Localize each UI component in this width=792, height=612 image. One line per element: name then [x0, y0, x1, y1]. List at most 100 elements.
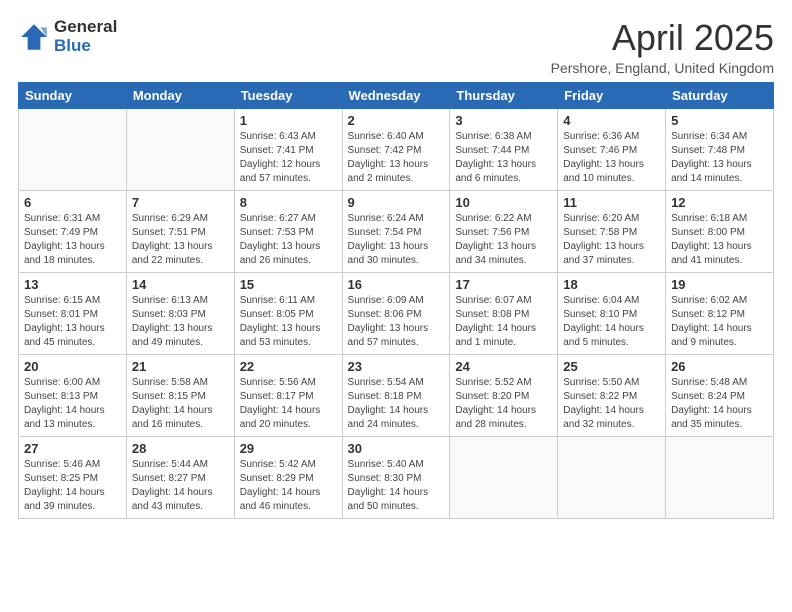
day-number: 4: [563, 113, 660, 128]
calendar-cell: 21 Sunrise: 5:58 AM Sunset: 8:15 PM Dayli…: [126, 354, 234, 436]
calendar-cell: 23 Sunrise: 5:54 AM Sunset: 8:18 PM Dayli…: [342, 354, 450, 436]
col-monday: Monday: [126, 82, 234, 108]
calendar-cell: 15Sunrise: 6:11 AM Sunset: 8:05 PM Dayli…: [234, 272, 342, 354]
calendar-cell: 19 Sunrise: 6:02 AM Sunset: 8:12 PM Dayli…: [666, 272, 774, 354]
day-info: Sunrise: 5:40 AM Sunset: 8:30 PM Dayligh…: [348, 458, 445, 514]
day-info: Sunrise: 6:40 AM Sunset: 7:42 PM Dayligh…: [348, 130, 445, 186]
day-info: Sunrise: 6:43 AM Sunset: 7:41 PM Dayligh…: [240, 130, 337, 186]
calendar-header-row: Sunday Monday Tuesday Wednesday Thursday…: [19, 82, 774, 108]
day-info: Sunrise: 6:29 AM Sunset: 7:51 PM Dayligh…: [132, 212, 229, 268]
day-number: 5: [671, 113, 768, 128]
day-info: Sunrise: 5:52 AM Sunset: 8:20 PM Dayligh…: [455, 376, 552, 432]
col-sunday: Sunday: [19, 82, 127, 108]
day-info: Sunrise: 6:20 AM Sunset: 7:58 PM Dayligh…: [563, 212, 660, 268]
day-number: 18: [563, 277, 660, 292]
calendar-cell: 24 Sunrise: 5:52 AM Sunset: 8:20 PM Dayli…: [450, 354, 558, 436]
day-number: 24: [455, 359, 552, 374]
day-number: 21: [132, 359, 229, 374]
day-number: 13: [24, 277, 121, 292]
day-number: 2: [348, 113, 445, 128]
day-number: 22: [240, 359, 337, 374]
day-number: 29: [240, 441, 337, 456]
day-number: 1: [240, 113, 337, 128]
day-info: Sunrise: 6:18 AM Sunset: 8:00 PM Dayligh…: [671, 212, 768, 268]
day-info: Sunrise: 6:34 AM Sunset: 7:48 PM Dayligh…: [671, 130, 768, 186]
calendar-cell: 1 Sunrise: 6:43 AM Sunset: 7:41 PM Daylig…: [234, 108, 342, 190]
day-number: 10: [455, 195, 552, 210]
day-number: 7: [132, 195, 229, 210]
day-number: 27: [24, 441, 121, 456]
calendar-cell: 28 Sunrise: 5:44 AM Sunset: 8:27 PM Dayli…: [126, 436, 234, 518]
calendar-cell: 5 Sunrise: 6:34 AM Sunset: 7:48 PM Daylig…: [666, 108, 774, 190]
calendar-week-row: 6 Sunrise: 6:31 AM Sunset: 7:49 PM Daylig…: [19, 190, 774, 272]
day-info: Sunrise: 5:44 AM Sunset: 8:27 PM Dayligh…: [132, 458, 229, 514]
day-info: Sunrise: 5:50 AM Sunset: 8:22 PM Dayligh…: [563, 376, 660, 432]
day-info: Sunrise: 6:00 AM Sunset: 8:13 PM Dayligh…: [24, 376, 121, 432]
day-info: Sunrise: 5:48 AM Sunset: 8:24 PM Dayligh…: [671, 376, 768, 432]
day-info: Sunrise: 6:36 AM Sunset: 7:46 PM Dayligh…: [563, 130, 660, 186]
day-number: 15: [240, 277, 337, 292]
calendar-cell: 3Sunrise: 6:38 AM Sunset: 7:44 PM Daylig…: [450, 108, 558, 190]
day-info: Sunrise: 6:04 AM Sunset: 8:10 PM Dayligh…: [563, 294, 660, 350]
day-number: 28: [132, 441, 229, 456]
day-number: 26: [671, 359, 768, 374]
calendar-cell: 11Sunrise: 6:20 AM Sunset: 7:58 PM Dayli…: [558, 190, 666, 272]
day-info: Sunrise: 5:54 AM Sunset: 8:18 PM Dayligh…: [348, 376, 445, 432]
calendar-cell: 4 Sunrise: 6:36 AM Sunset: 7:46 PM Daylig…: [558, 108, 666, 190]
day-info: Sunrise: 5:58 AM Sunset: 8:15 PM Dayligh…: [132, 376, 229, 432]
day-number: 16: [348, 277, 445, 292]
logo: General Blue: [18, 18, 117, 55]
calendar-cell: 9 Sunrise: 6:24 AM Sunset: 7:54 PM Daylig…: [342, 190, 450, 272]
title-block: April 2025 Pershore, England, United Kin…: [551, 18, 774, 76]
day-info: Sunrise: 6:27 AM Sunset: 7:53 PM Dayligh…: [240, 212, 337, 268]
day-number: 14: [132, 277, 229, 292]
subtitle: Pershore, England, United Kingdom: [551, 60, 774, 76]
day-number: 23: [348, 359, 445, 374]
day-number: 3: [455, 113, 552, 128]
day-info: Sunrise: 5:46 AM Sunset: 8:25 PM Dayligh…: [24, 458, 121, 514]
col-saturday: Saturday: [666, 82, 774, 108]
logo-text: General Blue: [54, 18, 117, 55]
day-info: Sunrise: 6:13 AM Sunset: 8:03 PM Dayligh…: [132, 294, 229, 350]
day-info: Sunrise: 5:42 AM Sunset: 8:29 PM Dayligh…: [240, 458, 337, 514]
day-info: Sunrise: 6:31 AM Sunset: 7:49 PM Dayligh…: [24, 212, 121, 268]
calendar-cell: 8Sunrise: 6:27 AM Sunset: 7:53 PM Daylig…: [234, 190, 342, 272]
calendar-cell: 17Sunrise: 6:07 AM Sunset: 8:08 PM Dayli…: [450, 272, 558, 354]
col-thursday: Thursday: [450, 82, 558, 108]
day-info: Sunrise: 6:15 AM Sunset: 8:01 PM Dayligh…: [24, 294, 121, 350]
calendar-cell: 6 Sunrise: 6:31 AM Sunset: 7:49 PM Daylig…: [19, 190, 127, 272]
calendar-cell: 20Sunrise: 6:00 AM Sunset: 8:13 PM Dayli…: [19, 354, 127, 436]
main-title: April 2025: [551, 18, 774, 58]
calendar-cell: 25 Sunrise: 5:50 AM Sunset: 8:22 PM Dayli…: [558, 354, 666, 436]
calendar-week-row: 27 Sunrise: 5:46 AM Sunset: 8:25 PM Dayli…: [19, 436, 774, 518]
calendar-cell: 13 Sunrise: 6:15 AM Sunset: 8:01 PM Dayli…: [19, 272, 127, 354]
col-tuesday: Tuesday: [234, 82, 342, 108]
calendar-cell: [450, 436, 558, 518]
day-info: Sunrise: 6:02 AM Sunset: 8:12 PM Dayligh…: [671, 294, 768, 350]
day-number: 17: [455, 277, 552, 292]
day-number: 25: [563, 359, 660, 374]
page: General Blue April 2025 Pershore, Englan…: [0, 0, 792, 612]
logo-general-text: General: [54, 18, 117, 37]
day-number: 9: [348, 195, 445, 210]
calendar-cell: [126, 108, 234, 190]
calendar-cell: 10Sunrise: 6:22 AM Sunset: 7:56 PM Dayli…: [450, 190, 558, 272]
calendar-cell: [558, 436, 666, 518]
col-wednesday: Wednesday: [342, 82, 450, 108]
calendar-cell: 22Sunrise: 5:56 AM Sunset: 8:17 PM Dayli…: [234, 354, 342, 436]
header: General Blue April 2025 Pershore, Englan…: [18, 18, 774, 76]
logo-icon: [18, 21, 50, 53]
calendar-cell: 16 Sunrise: 6:09 AM Sunset: 8:06 PM Dayli…: [342, 272, 450, 354]
day-number: 12: [671, 195, 768, 210]
day-number: 19: [671, 277, 768, 292]
day-number: 6: [24, 195, 121, 210]
day-info: Sunrise: 6:24 AM Sunset: 7:54 PM Dayligh…: [348, 212, 445, 268]
day-info: Sunrise: 6:09 AM Sunset: 8:06 PM Dayligh…: [348, 294, 445, 350]
calendar-cell: 30Sunrise: 5:40 AM Sunset: 8:30 PM Dayli…: [342, 436, 450, 518]
calendar: Sunday Monday Tuesday Wednesday Thursday…: [18, 82, 774, 519]
calendar-week-row: 20Sunrise: 6:00 AM Sunset: 8:13 PM Dayli…: [19, 354, 774, 436]
calendar-cell: 26 Sunrise: 5:48 AM Sunset: 8:24 PM Dayli…: [666, 354, 774, 436]
calendar-week-row: 1 Sunrise: 6:43 AM Sunset: 7:41 PM Daylig…: [19, 108, 774, 190]
calendar-cell: 7 Sunrise: 6:29 AM Sunset: 7:51 PM Daylig…: [126, 190, 234, 272]
calendar-cell: 27 Sunrise: 5:46 AM Sunset: 8:25 PM Dayli…: [19, 436, 127, 518]
